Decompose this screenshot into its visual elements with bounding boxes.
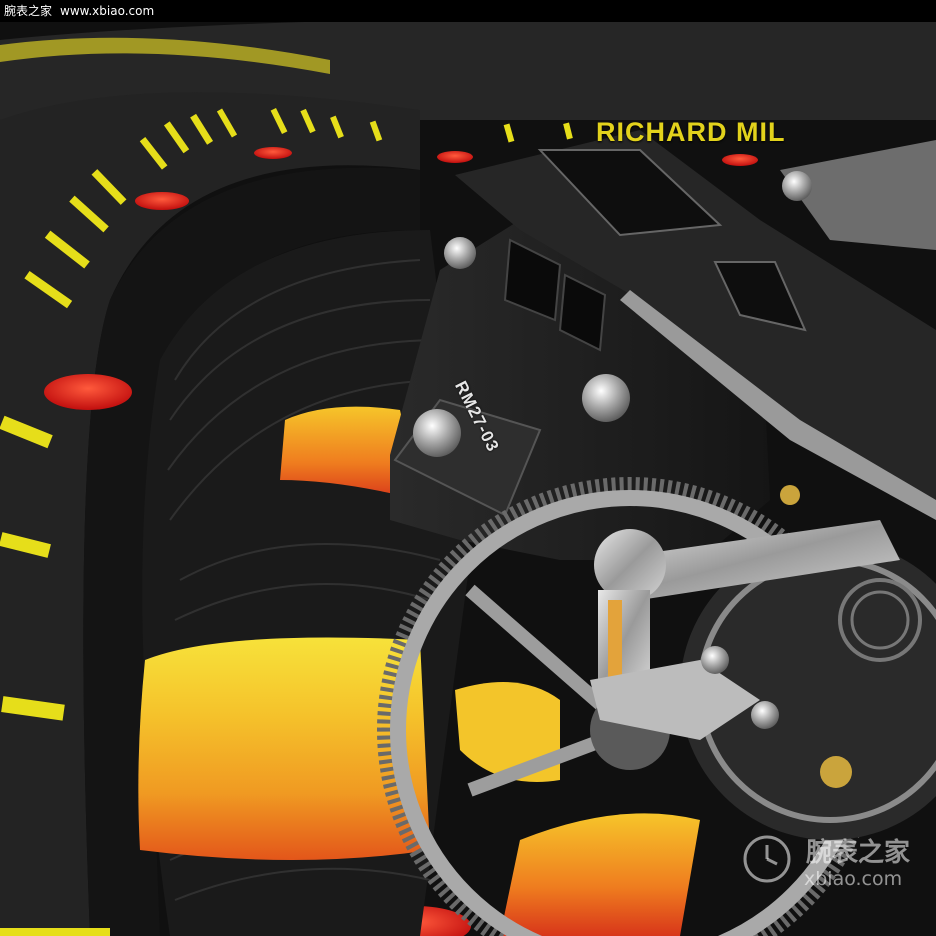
pillar-gold-core [608, 600, 622, 680]
site-name: 腕表之家 [4, 4, 53, 18]
watch-logo-icon [743, 835, 791, 883]
watermark-cn: 腕表之家 [806, 838, 911, 868]
watermark: 腕表之家 xbiao.com [742, 832, 932, 896]
site-header: 腕表之家 www.xbiao.com [0, 0, 936, 22]
watermark-url: xbiao.com [804, 868, 903, 890]
site-url[interactable]: www.xbiao.com [60, 4, 154, 18]
brand-lettering: RICHARD MIL [596, 117, 786, 147]
watch-movement-scene [0, 0, 936, 936]
